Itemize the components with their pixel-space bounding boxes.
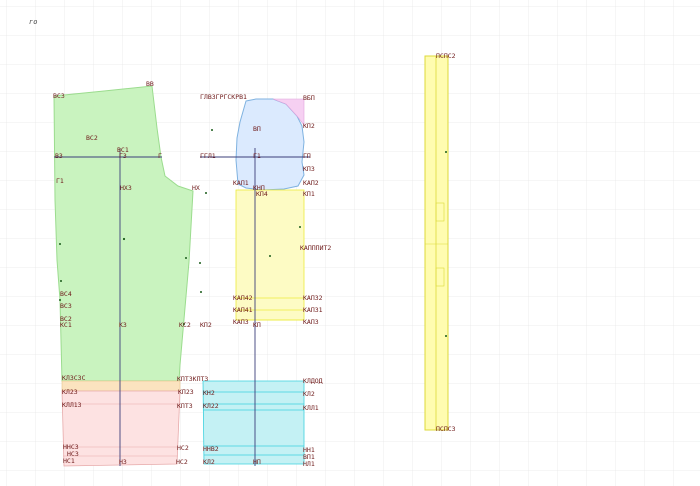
label-kl13: КЛЛ13 (62, 401, 82, 409)
label-kp4: КП4 (256, 190, 268, 198)
label-k223: КПТ3КПТ3 (177, 375, 208, 383)
label-glb: ГЛВЗГРГСКРВ1 (200, 93, 247, 101)
label-pcpc3: ПСПС3 (436, 425, 456, 433)
label-g1b: Г1 (253, 152, 261, 160)
label-nh3: НХ3 (120, 184, 132, 192)
label-kap31: КАП31 (303, 306, 323, 314)
label-b63: ВС3 (53, 92, 65, 100)
label-h32: НС2 (177, 444, 189, 452)
label-b34: ВС4 (60, 290, 72, 298)
label-vp: ВП (253, 125, 261, 133)
label-pcpc2: ПСПС2 (436, 52, 456, 60)
label-kl1: КЛЛ1 (303, 404, 319, 412)
label-vb: ВВ (146, 80, 154, 88)
label-kn: КП (253, 321, 261, 329)
label-h32b: НС2 (176, 458, 188, 466)
strip-piece[interactable] (424, 55, 449, 431)
label-kap41: КАП41 (233, 306, 253, 314)
label-gp: ГП (303, 152, 311, 160)
label-kp23: КП23 (178, 388, 194, 396)
label-kp2r: КП2 (303, 122, 315, 130)
label-kap3: КАП3 (233, 318, 249, 326)
label-k3: К3 (119, 321, 127, 329)
label-k31: КС1 (60, 321, 72, 329)
label-kl23: КЛ23 (62, 388, 78, 396)
label-kapp: КАПППИТ2 (300, 244, 331, 252)
label-g: Г (158, 152, 162, 160)
label-b33: ВС3 (60, 302, 72, 310)
label-nh: НХ (192, 184, 200, 192)
label-h31: НС1 (63, 457, 75, 465)
label-k2c: КЛЗС3С (62, 374, 86, 382)
label-kp3: КП3 (303, 165, 315, 173)
origin-label: го (29, 18, 37, 26)
label-b3: ВЗ (55, 152, 63, 160)
label-vbp: ВБП (303, 94, 315, 102)
label-kl2-bottom: КЛ2 (203, 458, 215, 466)
label-kapr: КАП3 (303, 318, 319, 326)
label-kp223: КПТ3 (177, 402, 193, 410)
label-h3: Н3 (119, 458, 127, 466)
label-kap2: КАП2 (303, 179, 319, 187)
label-kn2: КН2 (203, 389, 215, 397)
label-g3: Г3 (119, 152, 127, 160)
label-kladd: КЛДОД (303, 377, 323, 385)
label-g1: ГГЛ1 (200, 152, 216, 160)
label-g31: Г1 (56, 177, 64, 185)
back-band-orange (61, 380, 181, 392)
label-kl2: КЛ2 (303, 390, 315, 398)
pattern-canvas[interactable]: го ВС3 ВВ ВС2 ВС1 ВЗ Г3 Г Г1 НХ3 НХ ВС4 … (0, 0, 700, 486)
label-kap32: КАП32 (303, 294, 323, 302)
label-nn2: ННВ2 (203, 445, 219, 453)
label-b32: ВС2 (86, 134, 98, 142)
label-kl22: КЛ22 (203, 402, 219, 410)
label-k32: КС2 (179, 321, 191, 329)
label-nl1: НЛ1 (303, 460, 315, 468)
label-nn: НП (253, 458, 261, 466)
label-kp2: КП2 (200, 321, 212, 329)
label-kp1: КП1 (303, 190, 315, 198)
label-kap42: КАП42 (233, 294, 253, 302)
label-kap1: КАП1 (233, 179, 249, 187)
